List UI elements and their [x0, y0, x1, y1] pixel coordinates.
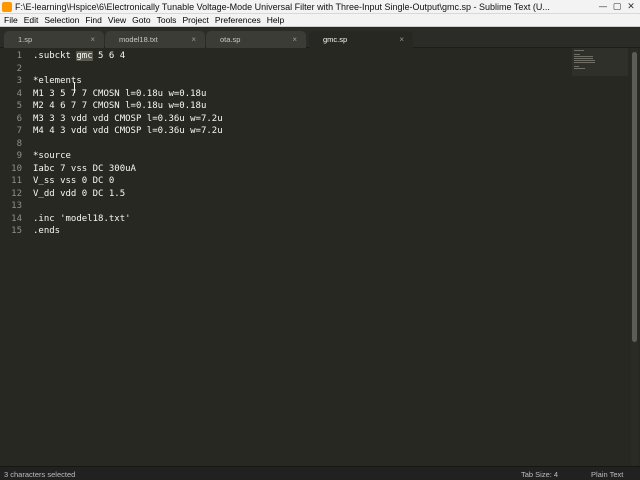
line-number: 2 — [16, 63, 22, 74]
tab-label: gmc.sp — [323, 35, 348, 44]
tab-label: 1.sp — [18, 35, 33, 44]
code-line: M3 3 3 vdd vdd CMOSP l=0.36u w=7.2u — [33, 113, 223, 124]
scrollbar-thumb[interactable] — [632, 52, 637, 342]
line-number: 13 — [11, 201, 22, 211]
title-bar: F:\E-learning\Hspice\6\Electronically Tu… — [0, 0, 640, 14]
menu-find[interactable]: Find — [82, 15, 105, 25]
selected-text: gmc — [76, 51, 93, 61]
line-number-gutter: 1 2 3 4 5 6 7 8 9 10 11 12 13 14 15 — [0, 48, 26, 466]
syntax-indicator[interactable]: Plain Text — [591, 470, 623, 479]
window-title: F:\E-learning\Hspice\6\Electronically Tu… — [15, 1, 550, 12]
menu-view[interactable]: View — [105, 15, 129, 25]
code-line: M2 4 6 7 7 CMOSN l=0.18u w=0.18u — [33, 101, 207, 111]
line-number: 8 — [16, 138, 22, 149]
tab-close-icon[interactable]: × — [191, 31, 196, 48]
code-line: .ends — [33, 226, 61, 236]
code-line: M1 3 5 7 7 CMOSN l=0.18u w=0.18u — [33, 88, 207, 99]
line-number: 3 — [16, 76, 22, 86]
menu-tools[interactable]: Tools — [154, 15, 180, 25]
tab-close-icon[interactable]: × — [292, 31, 297, 48]
line-number: 14 — [11, 213, 22, 224]
selection-status: 3 characters selected — [4, 470, 76, 479]
line-number: 7 — [16, 126, 22, 136]
code-line: M4 4 3 vdd vdd CMOSP l=0.36u w=7.2u — [33, 126, 223, 136]
line-number: 5 — [16, 101, 22, 111]
menu-bar: File Edit Selection Find View Goto Tools… — [0, 14, 640, 27]
code-line: *source — [33, 151, 71, 161]
code-line: Iabc 7 vss DC 300uA — [33, 163, 136, 174]
code-line: V_ss vss 0 DC 0 — [33, 176, 115, 186]
line-number: 4 — [16, 88, 22, 99]
line-number: 6 — [16, 113, 22, 124]
code-line: V_dd vdd 0 DC 1.5 — [33, 188, 126, 199]
code-text: 5 6 4 — [92, 51, 126, 61]
tab-label: model18.txt — [119, 35, 158, 44]
menu-goto[interactable]: Goto — [129, 15, 153, 25]
line-number: 10 — [11, 163, 22, 174]
maximize-button[interactable]: ▢ — [612, 2, 622, 12]
menu-help[interactable]: Help — [264, 15, 287, 25]
tab-1-sp[interactable]: 1.sp × — [4, 31, 104, 48]
sublime-app-icon — [2, 1, 12, 12]
code-line: .subckt gmc 5 6 4 — [33, 50, 125, 63]
menu-file[interactable]: File — [0, 15, 21, 25]
menu-project[interactable]: Project — [179, 15, 211, 25]
tab-label: ota.sp — [220, 35, 241, 44]
line-number: 11 — [11, 176, 22, 186]
tab-close-icon[interactable]: × — [399, 31, 404, 48]
code-line: .inc 'model18.txt' — [33, 213, 131, 224]
line-number: 12 — [11, 188, 22, 199]
text-cursor-icon — [74, 76, 75, 95]
line-number: 9 — [16, 151, 22, 161]
status-bar: 3 characters selected Tab Size: 4 Plain … — [0, 466, 640, 480]
tab-gmc-sp[interactable]: gmc.sp × — [309, 31, 413, 48]
line-number: 15 — [11, 226, 22, 236]
code-editor[interactable]: 1 2 3 4 5 6 7 8 9 10 11 12 13 14 15 .sub… — [0, 48, 640, 466]
vertical-scrollbar[interactable] — [631, 48, 638, 466]
tab-close-icon[interactable]: × — [90, 31, 95, 48]
minimize-button[interactable]: — — [598, 2, 608, 12]
menu-edit[interactable]: Edit — [21, 15, 42, 25]
minimap[interactable] — [572, 48, 628, 108]
tab-ota-sp[interactable]: ota.sp × — [206, 31, 306, 48]
code-text: .subckt — [33, 51, 77, 61]
tab-model18-txt[interactable]: model18.txt × — [105, 31, 205, 48]
menu-selection[interactable]: Selection — [41, 15, 82, 25]
line-number: 1 — [16, 51, 22, 61]
tab-strip: 1.sp × model18.txt × ota.sp × gmc.sp × — [0, 28, 640, 48]
menu-preferences[interactable]: Preferences — [212, 15, 264, 25]
tab-size-indicator[interactable]: Tab Size: 4 — [521, 470, 558, 479]
close-button[interactable]: ✕ — [626, 2, 636, 12]
